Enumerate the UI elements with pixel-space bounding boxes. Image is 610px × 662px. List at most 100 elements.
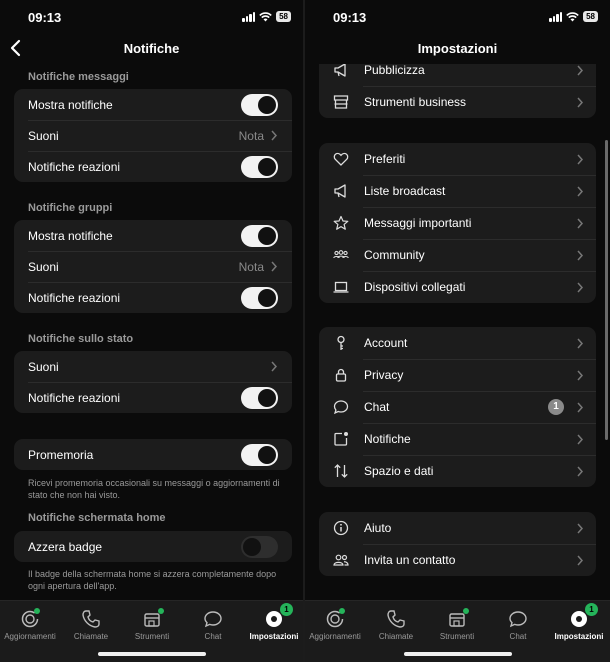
tab-label: Chiamate [73,632,109,641]
status-group: Suoni Notifiche reazioni [14,351,292,413]
key-icon [337,335,345,350]
status-reaction-notifications-toggle[interactable] [241,387,278,409]
chevron-right-icon [577,555,584,566]
chevron-right-icon [271,130,278,141]
row-label: Liste broadcast [364,184,446,198]
row-privacy[interactable]: Privacy [319,359,596,391]
row-invite-contact[interactable]: Invita un contatto [319,544,596,576]
page-title: Impostazioni [417,41,498,56]
row-label: Azzera badge [28,539,103,554]
row-label: Notifiche [364,432,411,446]
settings-screen: 09:13 58 Impostazioni Pubblicizza Strume… [305,0,610,662]
tab-label: Chiamate [378,632,414,641]
reaction-notifications-toggle[interactable] [241,156,278,178]
tab-chat[interactable]: Chat [488,609,548,641]
notification-icon [334,432,348,446]
row-label: Invita un contatto [364,553,456,567]
row-linked-devices[interactable]: Dispositivi collegati [319,271,596,303]
phone-icon [387,610,405,628]
reminders-toggle[interactable] [241,444,278,466]
tab-settings[interactable]: Impostazioni 1 [244,603,303,641]
tab-chat[interactable]: Chat [183,609,243,641]
tab-label: Chat [509,632,527,641]
settings-badge: 1 [280,603,293,616]
scrollbar[interactable] [605,140,608,440]
row-community[interactable]: Community [319,239,596,271]
chevron-right-icon [577,218,584,229]
home-indicator [403,652,512,656]
row-sounds[interactable]: Suoni Nota [14,120,292,151]
lock-icon [335,368,347,382]
reminders-group: Promemoria [14,439,292,470]
chat-unread-badge: 1 [548,399,564,415]
tab-bar: Aggiornamenti Chiamate Strumenti Chat Im… [305,600,610,662]
tab-tools[interactable]: Strumenti [427,608,487,641]
row-clear-badge[interactable]: Azzera badge [14,531,292,562]
chevron-right-icon [577,154,584,165]
tab-label: Impostazioni [249,632,299,641]
page-title: Notifiche [123,41,180,56]
row-label: Dispositivi collegati [364,280,466,294]
row-business-tools[interactable]: Strumenti business [319,86,596,118]
messages-group: Mostra notifiche Suoni Nota Notifiche rea… [14,89,292,182]
tab-calls[interactable]: Chiamate [366,609,426,641]
chevron-right-icon [577,338,584,349]
row-sounds[interactable]: Suoni [14,351,292,382]
row-notifications[interactable]: Notifiche [319,423,596,455]
tab-label: Aggiornamenti [4,632,56,641]
row-reaction-notifications[interactable]: Notifiche reazioni [14,282,292,313]
home-indicator [97,652,206,656]
row-label: Suoni [28,359,59,374]
group-reaction-notifications-toggle[interactable] [241,287,278,309]
notifications-screen: 09:13 58 Notifiche Notifiche messaggi Mo… [0,0,303,662]
tab-calls[interactable]: Chiamate [61,609,121,641]
row-show-notifications[interactable]: Mostra notifiche [14,89,292,120]
people-icon [333,554,349,566]
store-icon [333,95,349,109]
help-group: Aiuto Invita un contatto [319,512,596,576]
row-label: Notifiche reazioni [28,390,121,405]
show-notifications-toggle[interactable] [241,94,278,116]
chevron-right-icon [577,370,584,381]
chevron-right-icon [577,402,584,413]
arrows-updown-icon [334,464,348,478]
chat-bubble-icon [333,400,349,415]
row-label: Spazio e dati [364,464,434,478]
community-icon [333,250,349,259]
home-badge-group: Azzera badge [14,531,292,562]
row-reaction-notifications[interactable]: Notifiche reazioni [14,382,292,413]
row-account[interactable]: Account [319,327,596,359]
row-help[interactable]: Aiuto [319,512,596,544]
tab-updates[interactable]: Aggiornamenti [305,608,365,641]
tab-settings[interactable]: Impostazioni 1 [549,603,609,641]
tab-tools[interactable]: Strumenti [122,608,182,641]
chat-icon [204,611,222,628]
row-storage-data[interactable]: Spazio e dati [319,455,596,487]
group-show-notifications-toggle[interactable] [241,225,278,247]
chevron-right-icon [577,466,584,477]
row-reminders[interactable]: Promemoria [14,439,292,470]
reminders-footnote: Ricevi promemoria occasionali su messagg… [28,478,280,500]
row-starred-messages[interactable]: Messaggi importanti [319,207,596,239]
row-broadcast-lists[interactable]: Liste broadcast [319,175,596,207]
chevron-right-icon [577,65,584,76]
tab-label: Aggiornamenti [309,632,361,641]
row-favorites[interactable]: Preferiti [319,143,596,175]
row-label: Notifiche reazioni [28,290,121,305]
chevron-right-icon [577,282,584,293]
row-sounds[interactable]: Suoni Nota [14,251,292,282]
row-chat[interactable]: Chat 1 [319,391,596,423]
tab-label: Impostazioni [554,632,604,641]
chevron-right-icon [577,523,584,534]
megaphone-icon [334,63,346,77]
section-title-status: Notifiche sullo stato [28,333,134,345]
clear-badge-toggle[interactable] [241,536,278,558]
section-title-messages: Notifiche messaggi [28,71,129,83]
signal-icon [242,11,256,22]
row-show-notifications[interactable]: Mostra notifiche [14,220,292,251]
tab-updates[interactable]: Aggiornamenti [0,608,60,641]
row-reaction-notifications[interactable]: Notifiche reazioni [14,151,292,182]
account-group: Account Privacy Chat 1 Notifiche Spazio … [319,327,596,487]
chevron-right-icon [271,261,278,272]
status-bar: 09:13 58 [305,0,610,36]
